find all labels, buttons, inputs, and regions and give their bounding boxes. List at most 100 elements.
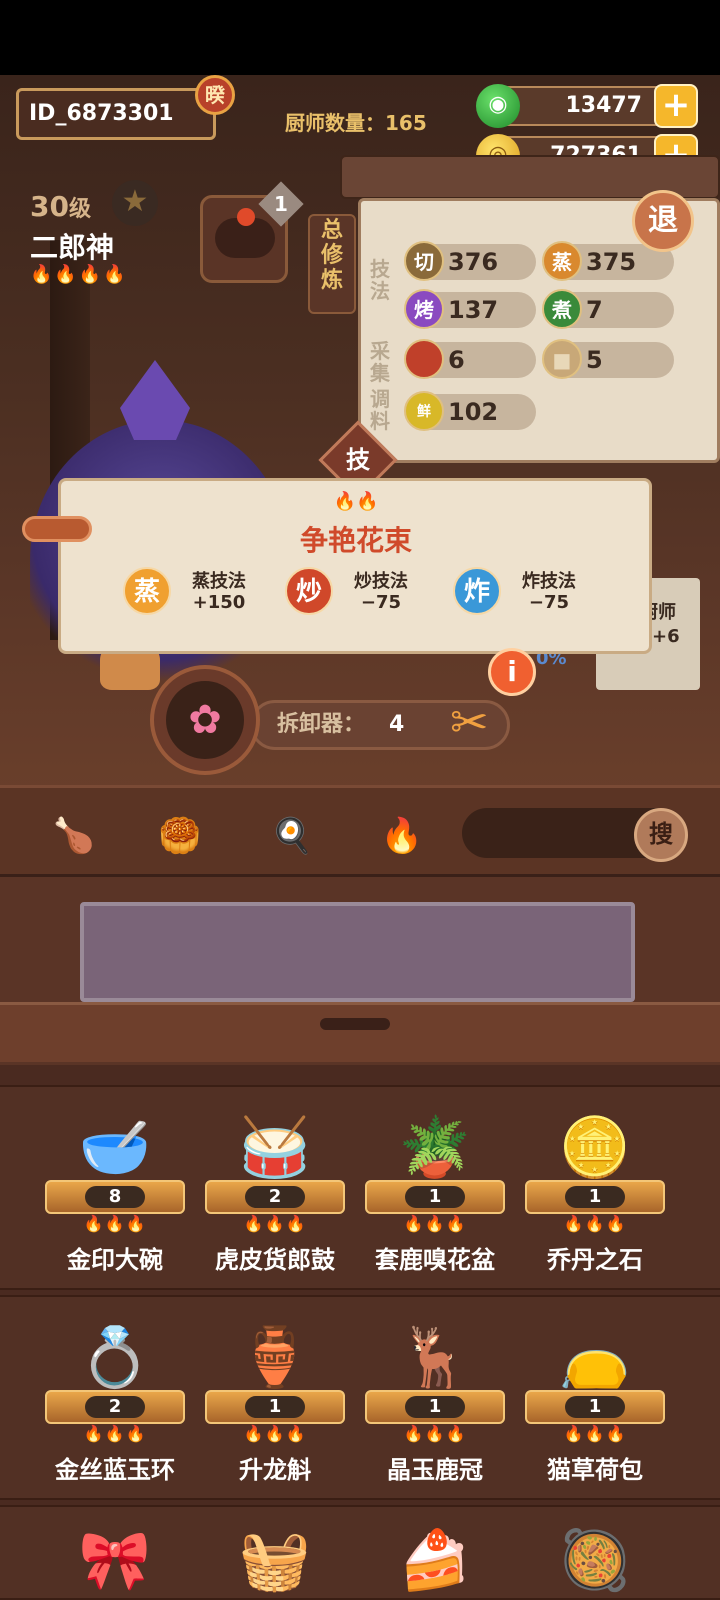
- item-count: 1: [565, 1186, 625, 1208]
- chef-level: 30级: [30, 190, 91, 223]
- item-card[interactable]: 🎀: [45, 1515, 185, 1600]
- chef-level-unit: 级: [68, 197, 91, 222]
- gamepad-count-badge: 1: [258, 181, 304, 227]
- item-count: 1: [565, 1396, 625, 1418]
- item-flames: 🔥🔥🔥: [563, 1424, 627, 1443]
- item-flames: 🔥🔥🔥: [83, 1424, 147, 1443]
- boil-icon: 煮: [542, 289, 582, 329]
- item-card[interactable]: 🪙 1 🔥🔥🔥 乔丹之石: [525, 1102, 665, 1282]
- item-card[interactable]: 🥘: [525, 1515, 665, 1600]
- flour-icon: ■: [542, 339, 582, 379]
- flower-bouquet-icon: ✿: [166, 681, 244, 759]
- item-card[interactable]: 🥁 2 🔥🔥🔥 虎皮货郎鼓: [205, 1102, 345, 1282]
- stirfry-skill-effect: 炒技法 −75: [354, 571, 408, 613]
- meat-icon: ■: [404, 339, 444, 379]
- chef-rarity-flames: 🔥🔥🔥🔥: [30, 264, 128, 285]
- pointer-hand-icon: [22, 516, 92, 542]
- item-icon: 🪙: [558, 1113, 632, 1181]
- stat-fresh: 鲜 102: [404, 391, 536, 431]
- item-card[interactable]: 💍 2 🔥🔥🔥 金丝蓝玉环: [45, 1312, 185, 1492]
- item-count: 1: [405, 1396, 465, 1418]
- item-icon: 🍰: [398, 1526, 472, 1594]
- stat-cut: 切 376: [404, 241, 536, 281]
- item-name: 金印大碗: [67, 1246, 163, 1274]
- item-count: 8: [85, 1186, 145, 1208]
- item-icon: 👝: [558, 1323, 632, 1391]
- stat-roast: 烤 137: [404, 289, 536, 329]
- item-name: 猫草荷包: [547, 1456, 643, 1484]
- steam-skill-effect: 蒸技法 +150: [192, 571, 246, 613]
- stat-boil: 煮7: [542, 289, 674, 329]
- fry-skill-icon: 炸: [453, 567, 501, 615]
- item-card[interactable]: 👝 1 🔥🔥🔥 猫草荷包: [525, 1312, 665, 1492]
- fry-skill-effect: 炸技法 −75: [522, 571, 576, 613]
- item-card[interactable]: 🧺: [205, 1515, 345, 1600]
- jade-amount: 13477: [565, 93, 642, 118]
- item-flames: 🔥🔥🔥: [403, 1214, 467, 1233]
- cut-icon: 切: [404, 241, 444, 281]
- chef-name: 二郎神: [30, 231, 115, 264]
- item-flames: 🔥🔥🔥: [563, 1214, 627, 1233]
- fresh-icon: 鲜: [404, 391, 444, 431]
- item-tooltip: 🔥🔥 争艳花束 蒸 蒸技法 +150 炒 炒技法 −75 炸 炸技法 −75: [58, 478, 652, 654]
- jade-icon: ◉: [476, 84, 520, 128]
- item-count: 1: [405, 1186, 465, 1208]
- item-icon: 🧺: [238, 1526, 312, 1594]
- disassembler-tool-icon[interactable]: ✂: [450, 695, 489, 749]
- fire-filter-icon[interactable]: 🔥: [378, 812, 426, 860]
- chef-level-number: 30: [30, 190, 69, 223]
- roast-icon: 烤: [404, 289, 444, 329]
- item-card[interactable]: 🦌 1 🔥🔥🔥 晶玉鹿冠: [365, 1312, 505, 1492]
- item-icon: 🥣: [78, 1113, 152, 1181]
- item-icon: 🥁: [238, 1113, 312, 1181]
- item-flames: 🔥🔥🔥: [243, 1424, 307, 1443]
- info-button[interactable]: i: [488, 648, 536, 696]
- item-icon: 💍: [78, 1323, 152, 1391]
- drawer-handle[interactable]: [320, 1018, 390, 1030]
- item-name: 套鹿嗅花盆: [375, 1246, 495, 1274]
- item-icon: 🪴: [398, 1113, 472, 1181]
- item-count: 2: [85, 1396, 145, 1418]
- section-gather-label: 采集: [370, 339, 390, 385]
- tooltip-flames: 🔥🔥: [333, 491, 379, 512]
- tab-total-training[interactable]: 总修炼: [308, 214, 356, 314]
- id-badge[interactable]: 暌: [195, 75, 235, 115]
- chef-count: 厨师数量：165: [285, 111, 427, 135]
- pan-filter-icon[interactable]: 🍳: [268, 812, 316, 860]
- item-card[interactable]: 🍰: [365, 1515, 505, 1600]
- item-flames: 🔥🔥🔥: [403, 1424, 467, 1443]
- disassembler-count: 4: [389, 712, 405, 737]
- tab-total-training-label: 总修炼: [321, 218, 344, 293]
- star-icon[interactable]: ★: [112, 180, 158, 226]
- user-id-box[interactable]: ID_6873301: [16, 88, 216, 140]
- section-seasoning-label: 调料: [370, 387, 390, 433]
- search-button[interactable]: 搜: [634, 808, 688, 862]
- meat-filter-icon[interactable]: 🍗: [50, 812, 98, 860]
- item-card[interactable]: 🥣 8 🔥🔥🔥 金印大碗: [45, 1102, 185, 1282]
- equipped-item-slot[interactable]: ✿: [150, 665, 260, 775]
- item-card[interactable]: 🪴 1 🔥🔥🔥 套鹿嗅花盆: [365, 1102, 505, 1282]
- item-name: 升龙斛: [239, 1456, 311, 1484]
- stat-meat: ■ 6: [404, 339, 536, 379]
- item-icon: 🥘: [558, 1526, 632, 1594]
- stat-flour: ■ 5: [542, 339, 674, 379]
- item-count: 2: [245, 1186, 305, 1208]
- pastry-filter-icon[interactable]: 🥮: [156, 812, 204, 860]
- exit-button[interactable]: 退: [632, 190, 694, 252]
- item-name: 金丝蓝玉环: [55, 1456, 175, 1484]
- steam-icon: 蒸: [542, 241, 582, 281]
- disassembler-label: 拆卸器：: [277, 712, 366, 737]
- shelf-base: [0, 1002, 720, 1062]
- item-icon: 🏺: [238, 1323, 312, 1391]
- stirfry-skill-icon: 炒: [285, 567, 333, 615]
- item-name: 虎皮货郎鼓: [215, 1246, 335, 1274]
- steam-skill-icon: 蒸: [123, 567, 171, 615]
- item-card[interactable]: 🏺 1 🔥🔥🔥 升龙斛: [205, 1312, 345, 1492]
- item-name: 晶玉鹿冠: [387, 1456, 483, 1484]
- shelf-panel: [80, 902, 635, 1002]
- add-jade-button[interactable]: +: [654, 84, 698, 128]
- status-bar: [0, 0, 720, 75]
- item-icon: 🎀: [78, 1526, 152, 1594]
- item-name: 乔丹之石: [547, 1246, 643, 1274]
- tooltip-title: 争艳花束: [299, 524, 412, 557]
